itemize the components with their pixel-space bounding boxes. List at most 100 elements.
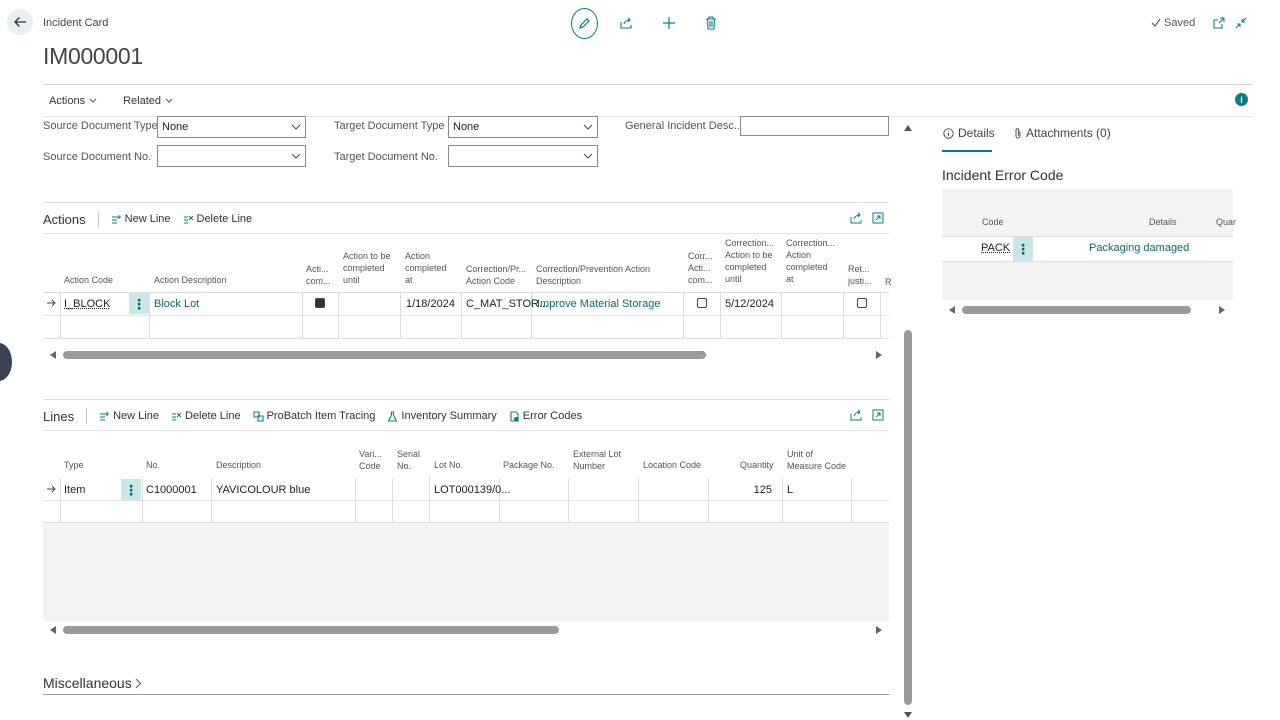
edit-button[interactable] [571, 8, 598, 39]
col-action-completed-at[interactable]: Action completed at [405, 250, 447, 286]
tab-attachments[interactable]: Attachments (0) [1014, 126, 1111, 140]
scroll-down-icon[interactable] [904, 712, 912, 718]
factbox-details-cell[interactable]: Packaging damaged [1089, 242, 1189, 254]
action-description-cell[interactable]: Block Lot [154, 298, 199, 310]
col-action-description[interactable]: Action Description [154, 274, 227, 286]
probatch-item-tracing-button[interactable]: ProBatch Item Tracing [253, 410, 375, 422]
col-no[interactable]: No. [146, 459, 160, 471]
target-doc-no-select[interactable] [448, 145, 598, 167]
col-variant-code[interactable]: Vari... Code [359, 448, 382, 472]
factbox-row-menu-button[interactable]: ⋮ [1013, 237, 1033, 261]
scroll-up-icon[interactable] [904, 125, 912, 131]
col-r[interactable]: R [885, 276, 892, 288]
open-new-window-button[interactable] [1212, 16, 1226, 30]
ret-justification-checkbox[interactable] [857, 298, 867, 308]
actions-part-title[interactable]: Actions [43, 212, 86, 227]
corr-action-completed-checkbox[interactable] [697, 298, 707, 308]
col-correction-completed-at[interactable]: Correction... Action completed at [786, 237, 835, 285]
scroll-left-icon[interactable] [50, 351, 56, 359]
tab-details[interactable]: Details [943, 126, 995, 140]
miscellaneous-fasttab[interactable]: Miscellaneous [43, 675, 142, 691]
lines-share-button[interactable] [849, 408, 862, 421]
col-ret-justification[interactable]: Ret... justi... [848, 263, 872, 287]
col-correction-action-description[interactable]: Correction/Prevention Action Description [536, 263, 650, 287]
lines-part-title[interactable]: Lines [43, 409, 74, 424]
vertical-scroll-thumb[interactable] [904, 330, 912, 705]
action-completed-checkbox[interactable] [315, 298, 325, 308]
source-doc-no-select[interactable] [157, 145, 306, 167]
collapse-button[interactable] [1234, 16, 1248, 30]
correction-until-cell[interactable]: 5/12/2024 [725, 298, 774, 310]
target-doc-type-select[interactable]: None [448, 116, 598, 138]
correction-action-description-cell[interactable]: Improve Material Storage [537, 298, 661, 310]
action-code-cell[interactable]: I_BLOCK [64, 298, 110, 310]
source-doc-type-select[interactable]: None [157, 116, 306, 138]
delete-button[interactable] [702, 14, 720, 32]
header-line: until [725, 274, 742, 284]
header-line: Correction... [786, 238, 836, 248]
actions-share-button[interactable] [849, 211, 862, 224]
row-menu-button[interactable]: ⋮ [121, 479, 141, 500]
actions-hscroll-thumb[interactable] [63, 351, 706, 359]
factbox-col-details[interactable]: Details [1149, 216, 1177, 228]
actions-expand-button[interactable] [871, 211, 884, 224]
back-button[interactable] [7, 9, 33, 35]
type-cell[interactable]: Item [64, 484, 85, 496]
col-action-code[interactable]: Action Code [64, 274, 113, 286]
column-separator [355, 478, 356, 523]
col-serial-no[interactable]: Serial No. [397, 448, 420, 472]
new-button[interactable] [660, 14, 678, 32]
scroll-right-icon[interactable] [1219, 306, 1225, 314]
scroll-left-icon[interactable] [949, 306, 955, 314]
actions-delete-line-button[interactable]: Delete Line [183, 213, 252, 225]
share-button[interactable] [617, 14, 635, 32]
col-action-completed[interactable]: Acti... com... [306, 263, 331, 287]
no-cell[interactable]: C1000001 [146, 484, 197, 496]
lines-delete-line-button[interactable]: Delete Line [171, 410, 241, 422]
lines-expand-button[interactable] [871, 408, 884, 421]
factbox-code-cell[interactable]: PACK [981, 242, 1010, 254]
error-codes-button[interactable]: Error Codes [509, 410, 582, 422]
actions-new-line-button[interactable]: New Line [111, 213, 171, 225]
factbox-title: Incident Error Code [942, 167, 1064, 183]
factbox-col-code[interactable]: Code [982, 216, 1004, 228]
related-menu[interactable]: Related [117, 93, 179, 109]
factbox-col-quantity[interactable]: Quar [1216, 216, 1236, 228]
factbox-hscroll-thumb[interactable] [962, 306, 1191, 314]
col-unit-of-measure-code[interactable]: Unit of Measure Code [787, 448, 846, 472]
inventory-summary-button[interactable]: Inventory Summary [387, 410, 497, 422]
col-package-no[interactable]: Package No. [503, 459, 555, 471]
scroll-right-icon[interactable] [876, 626, 882, 634]
unit-of-measure-cell[interactable]: L [787, 484, 793, 496]
header-line: Correction/Pr... [466, 264, 527, 274]
col-action-to-be-completed-until[interactable]: Action to be completed until [343, 250, 391, 286]
chevron-down-icon [291, 153, 301, 159]
column-separator [60, 478, 61, 523]
source-doc-no-label: Source Document No. [43, 151, 152, 163]
col-corr-action-completed[interactable]: Corr... Acti... com... [688, 250, 713, 286]
col-lot-no[interactable]: Lot No. [434, 459, 463, 471]
description-cell[interactable]: YAVICOLOUR blue [216, 484, 310, 496]
col-external-lot-number[interactable]: External Lot Number [573, 448, 621, 472]
info-icon[interactable]: i [1235, 93, 1248, 106]
quantity-cell[interactable]: 125 [752, 484, 772, 496]
scroll-right-icon[interactable] [876, 351, 882, 359]
lines-hscroll-thumb[interactable] [63, 626, 559, 634]
action-completed-at-cell[interactable]: 1/18/2024 [406, 298, 455, 310]
general-desc-input[interactable] [740, 116, 889, 136]
side-panel-handle[interactable] [0, 343, 12, 381]
col-description[interactable]: Description [216, 459, 261, 471]
col-quantity[interactable]: Quantity [740, 459, 774, 471]
row-menu-button[interactable]: ⋮ [129, 293, 149, 314]
correction-action-code-cell[interactable]: C_MAT_STOR... [466, 298, 548, 310]
col-correction-to-be-completed-until[interactable]: Correction... Action to be completed until [725, 237, 774, 285]
lines-new-line-button[interactable]: New Line [99, 410, 159, 422]
scroll-left-icon[interactable] [50, 626, 56, 634]
saved-status: Saved [1151, 17, 1195, 29]
lot-no-cell[interactable]: LOT000139/0... [434, 484, 510, 496]
actions-menu[interactable]: Actions [43, 93, 103, 109]
col-location-code[interactable]: Location Code [643, 459, 701, 471]
col-type[interactable]: Type [64, 459, 84, 471]
miscellaneous-title: Miscellaneous [43, 675, 132, 691]
col-correction-action-code[interactable]: Correction/Pr... Action Code [466, 263, 526, 287]
